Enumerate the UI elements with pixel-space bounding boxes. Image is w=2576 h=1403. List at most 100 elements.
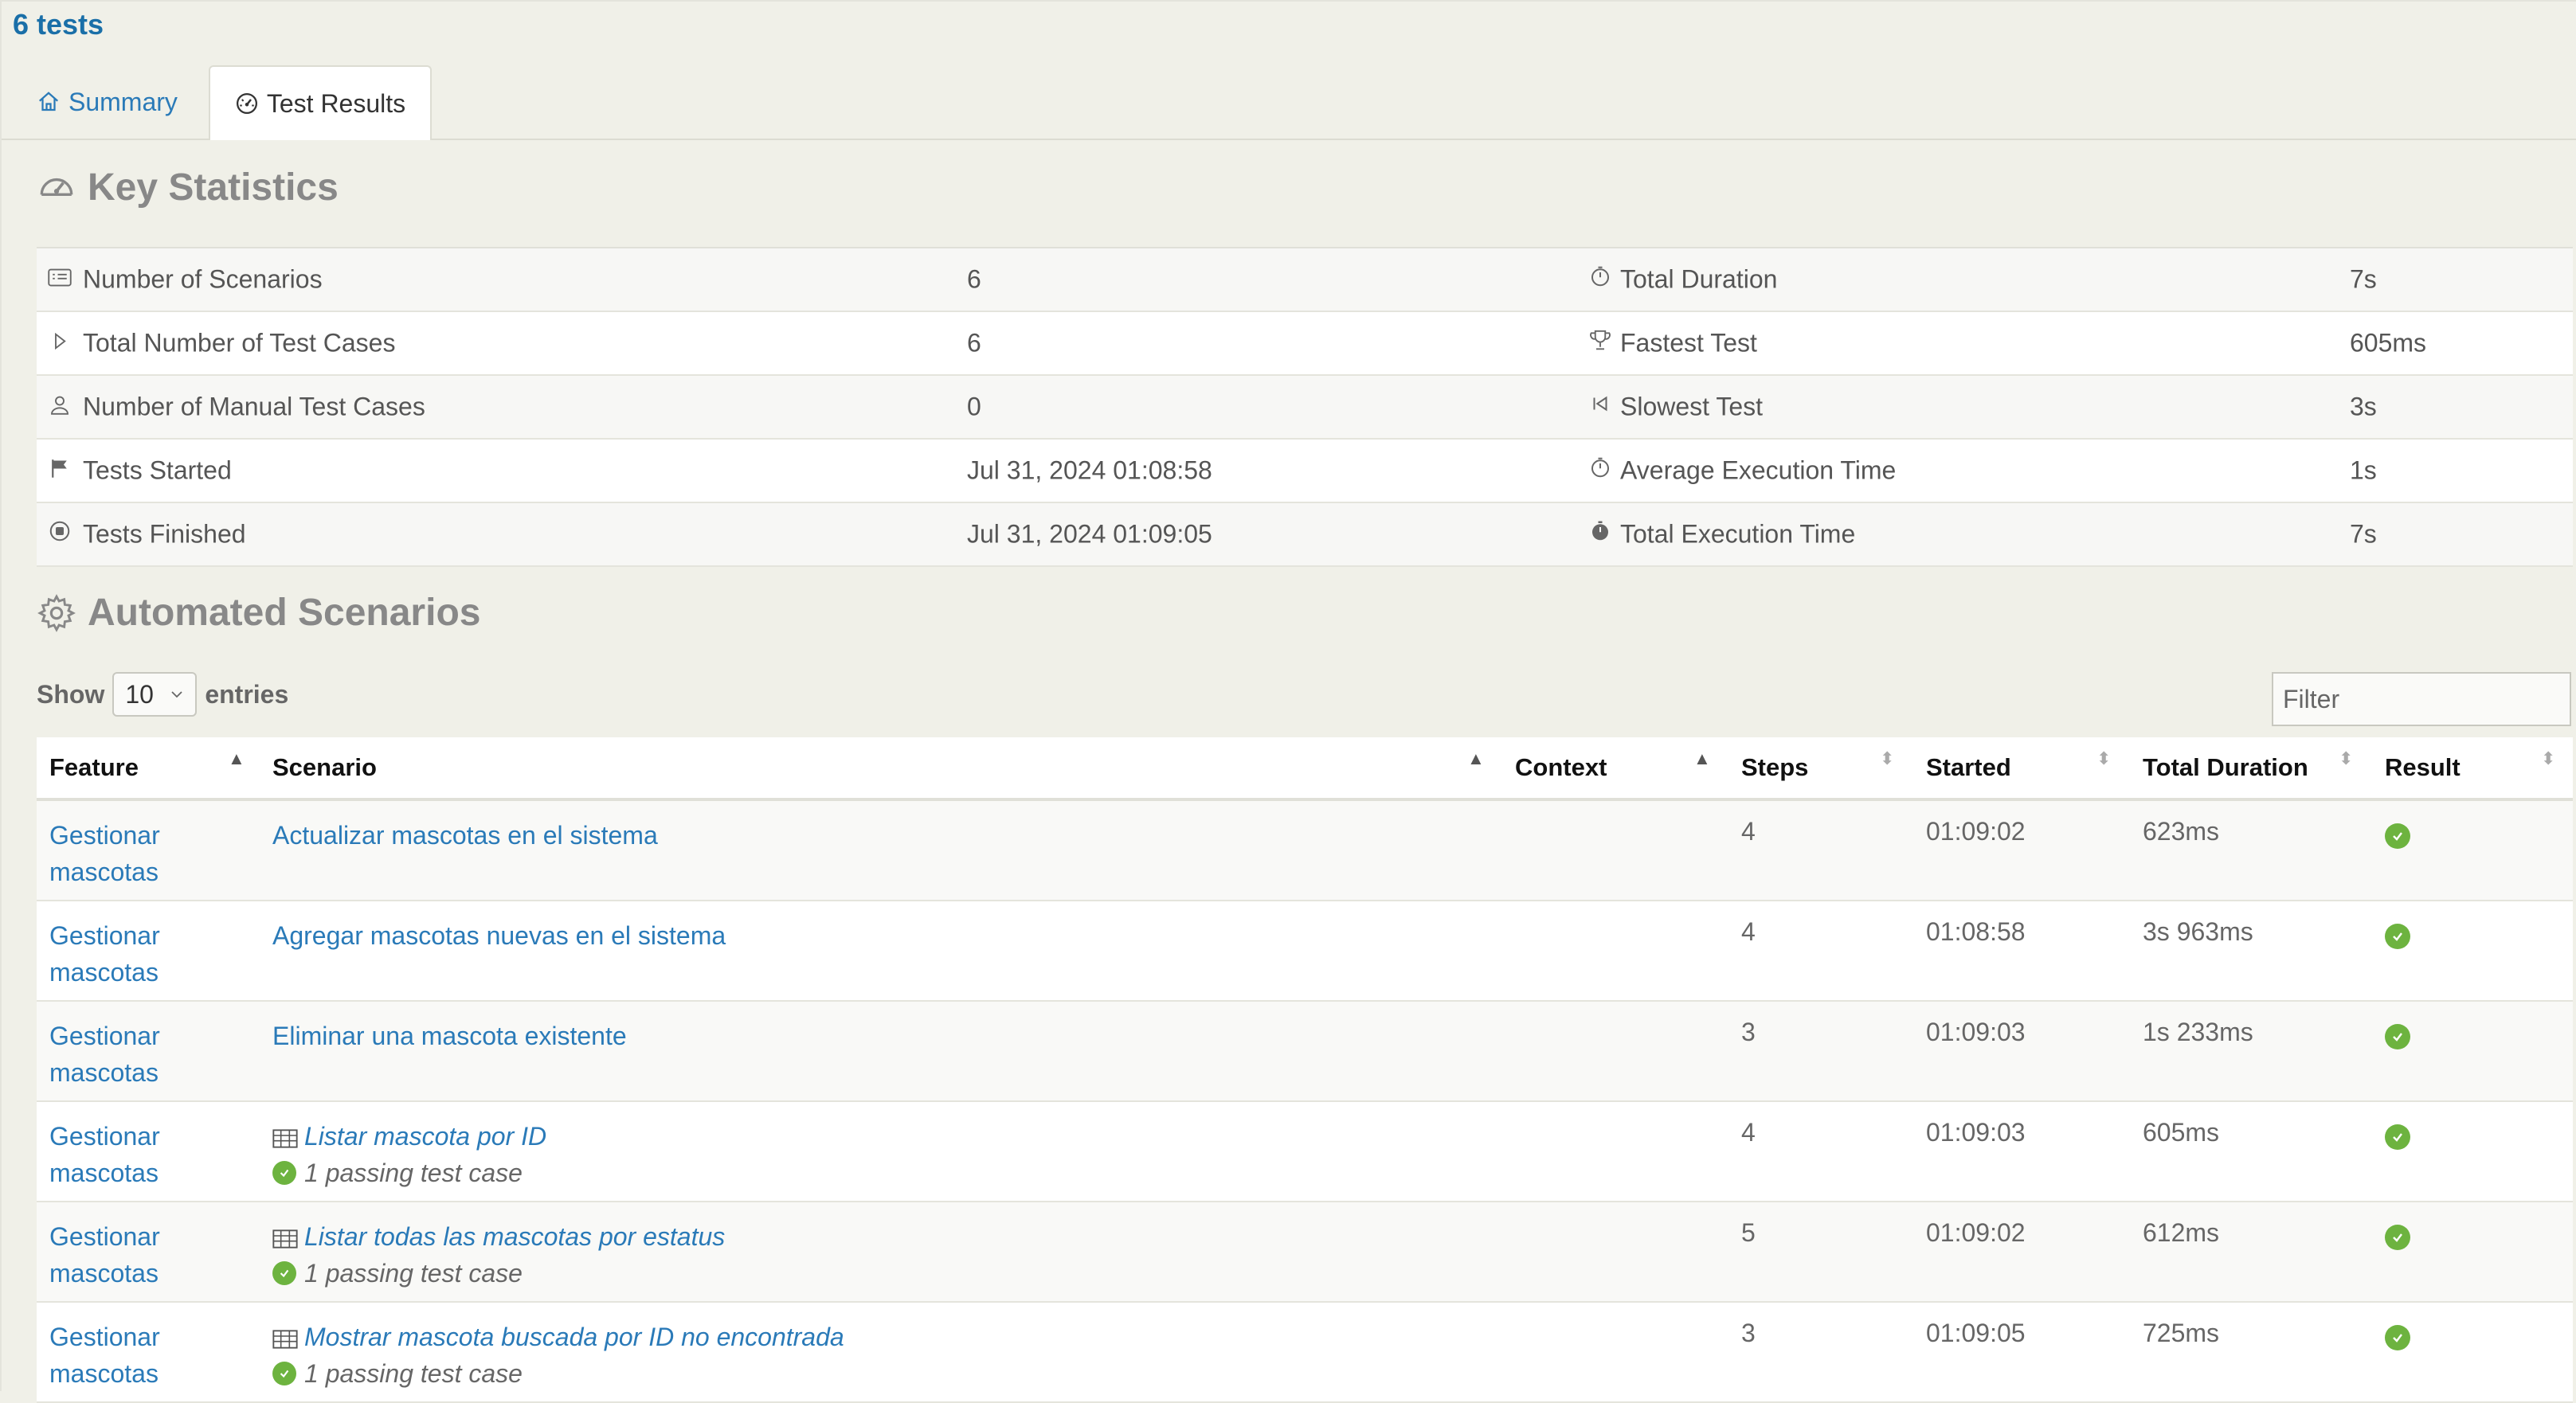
- table-icon: [272, 1128, 298, 1148]
- stat-value: 6: [967, 328, 981, 358]
- report-page: 6 tests Summary Test Results Key Statist…: [0, 0, 2576, 1403]
- table-row: Gestionar mascotas Eliminar una mascota e…: [37, 1002, 2573, 1102]
- column-result[interactable]: Result: [2385, 737, 2461, 798]
- table-icon: [272, 1229, 298, 1249]
- sort-both-icon[interactable]: ⬍: [1880, 750, 1894, 768]
- column-started[interactable]: Started: [1926, 737, 2011, 798]
- result-passed-icon: [2385, 1021, 2410, 1050]
- feature-link[interactable]: Gestionar mascotas: [49, 1218, 241, 1292]
- scenario-outline: Listar todas las mascotas por estatus 1 …: [272, 1218, 725, 1292]
- table-row: Gestionar mascotas Mostrar mascota buscad…: [37, 1303, 2573, 1403]
- step-backward-icon: [1588, 392, 1612, 422]
- page-length-control: Show 10 entries: [37, 672, 288, 717]
- test-case-summary: 1 passing test case: [272, 1355, 844, 1392]
- stat-label: Tests Started: [83, 455, 232, 485]
- sort-asc-icon[interactable]: ▲: [1693, 750, 1711, 768]
- passed-icon: [272, 1362, 296, 1385]
- stat-row: Total Number of Test Cases 6 Fastest Tes…: [37, 312, 2573, 376]
- scenario-label: Mostrar mascota buscada por ID no encont…: [304, 1323, 844, 1351]
- scenario-link[interactable]: Actualizar mascotas en el sistema: [272, 817, 658, 854]
- stat-label: Total Execution Time: [1620, 519, 1856, 549]
- steps-value: 4: [1741, 917, 1756, 946]
- feature-link[interactable]: Gestionar mascotas: [49, 817, 241, 890]
- column-scenario-label: Scenario: [272, 753, 377, 781]
- filter-input[interactable]: Filter: [2272, 672, 2571, 726]
- steps-value: 3: [1741, 1018, 1756, 1046]
- result-passed-icon: [2385, 1322, 2410, 1351]
- scenario-link[interactable]: Listar todas las mascotas por estatus: [272, 1218, 725, 1255]
- stopwatch-icon: [1588, 264, 1612, 295]
- sort-both-icon[interactable]: ⬍: [2096, 750, 2111, 768]
- stat-label: Average Execution Time: [1620, 455, 1897, 485]
- stat-value: 0: [967, 392, 981, 421]
- column-feature[interactable]: Feature: [49, 737, 139, 798]
- list-icon: [48, 265, 72, 295]
- play-icon: [48, 329, 72, 358]
- scenario-label: Listar todas las mascotas por estatus: [304, 1222, 726, 1251]
- duration-value: 1s 233ms: [2143, 1018, 2253, 1046]
- table-icon: [272, 1329, 298, 1349]
- feature-line: Gestionar: [49, 1022, 160, 1050]
- test-case-summary: 1 passing test case: [272, 1255, 725, 1292]
- result-passed-icon: [2385, 1221, 2410, 1251]
- entries-select[interactable]: 10: [112, 672, 198, 717]
- started-value: 01:09:03: [1926, 1118, 2026, 1147]
- feature-line: Gestionar: [49, 1122, 160, 1151]
- sort-both-icon[interactable]: ⬍: [2541, 750, 2555, 768]
- scenario-outline: Mostrar mascota buscada por ID no encont…: [272, 1319, 844, 1392]
- sort-asc-icon[interactable]: ▲: [1467, 750, 1485, 768]
- result-passed-icon: [2385, 820, 2410, 850]
- feature-line: mascotas: [49, 1159, 159, 1187]
- stat-label: Tests Finished: [83, 519, 246, 549]
- scenario-link[interactable]: Eliminar una mascota existente: [272, 1018, 627, 1054]
- column-total-duration[interactable]: Total Duration: [2143, 737, 2308, 798]
- stat-label: Slowest Test: [1620, 392, 1764, 421]
- scenario-link[interactable]: Agregar mascotas nuevas en el sistema: [272, 917, 726, 954]
- feature-line: mascotas: [49, 1359, 159, 1388]
- feature-link[interactable]: Gestionar mascotas: [49, 917, 241, 991]
- stat-value: 7s: [2350, 264, 2377, 294]
- show-label: Show: [37, 679, 105, 709]
- feature-link[interactable]: Gestionar mascotas: [49, 1018, 241, 1091]
- sort-both-icon[interactable]: ⬍: [2339, 750, 2353, 768]
- table-row: Gestionar mascotas Listar mascota por ID …: [37, 1102, 2573, 1202]
- started-value: 01:08:58: [1926, 917, 2026, 946]
- table-row: Gestionar mascotas Actualizar mascotas en…: [37, 801, 2573, 901]
- scenario-link[interactable]: Mostrar mascota buscada por ID no encont…: [272, 1319, 844, 1355]
- column-steps-label: Steps: [1741, 753, 1809, 781]
- steps-value: 5: [1741, 1218, 1756, 1247]
- gauge-icon: [40, 178, 73, 196]
- column-context[interactable]: Context: [1515, 737, 1607, 798]
- column-steps[interactable]: Steps: [1741, 737, 1808, 798]
- feature-link[interactable]: Gestionar mascotas: [49, 1319, 241, 1392]
- stopwatch-filled-icon: [1588, 519, 1612, 549]
- table-header: Feature ▲ Scenario ▲ Context ▲ Steps ⬍ S…: [37, 737, 2573, 801]
- duration-value: 623ms: [2143, 817, 2220, 846]
- feature-line: mascotas: [49, 958, 159, 987]
- report-title: 6 tests: [13, 8, 104, 41]
- test-case-summary-label: 1 passing test case: [304, 1259, 523, 1288]
- feature-link[interactable]: Gestionar mascotas: [49, 1118, 241, 1191]
- stat-value: 3s: [2350, 392, 2377, 421]
- stat-row: Tests Started Jul 31, 2024 01:08:58 Aver…: [37, 440, 2573, 503]
- tab-bar: Summary Test Results: [2, 65, 2576, 140]
- filter-placeholder: Filter: [2283, 684, 2340, 713]
- started-value: 01:09:05: [1926, 1319, 2026, 1347]
- started-value: 01:09:03: [1926, 1018, 2026, 1046]
- tab-summary-label: Summary: [69, 87, 178, 116]
- stat-value: 605ms: [2350, 328, 2427, 358]
- stop-circle-icon: [48, 519, 72, 549]
- column-scenario[interactable]: Scenario: [272, 737, 377, 798]
- feature-line: Gestionar: [49, 821, 160, 850]
- stat-value: 7s: [2350, 519, 2377, 549]
- sort-asc-icon[interactable]: ▲: [228, 750, 245, 768]
- table-row: Gestionar mascotas Agregar mascotas nueva…: [37, 901, 2573, 1002]
- tab-summary[interactable]: Summary: [37, 65, 178, 139]
- duration-value: 605ms: [2143, 1118, 2220, 1147]
- stat-value: 6: [967, 264, 981, 294]
- scenario-label: Listar mascota por ID: [304, 1122, 547, 1151]
- tab-test-results[interactable]: Test Results: [209, 65, 432, 140]
- scenario-link[interactable]: Listar mascota por ID: [272, 1118, 546, 1155]
- column-context-label: Context: [1515, 753, 1607, 781]
- stat-label: Fastest Test: [1620, 328, 1757, 358]
